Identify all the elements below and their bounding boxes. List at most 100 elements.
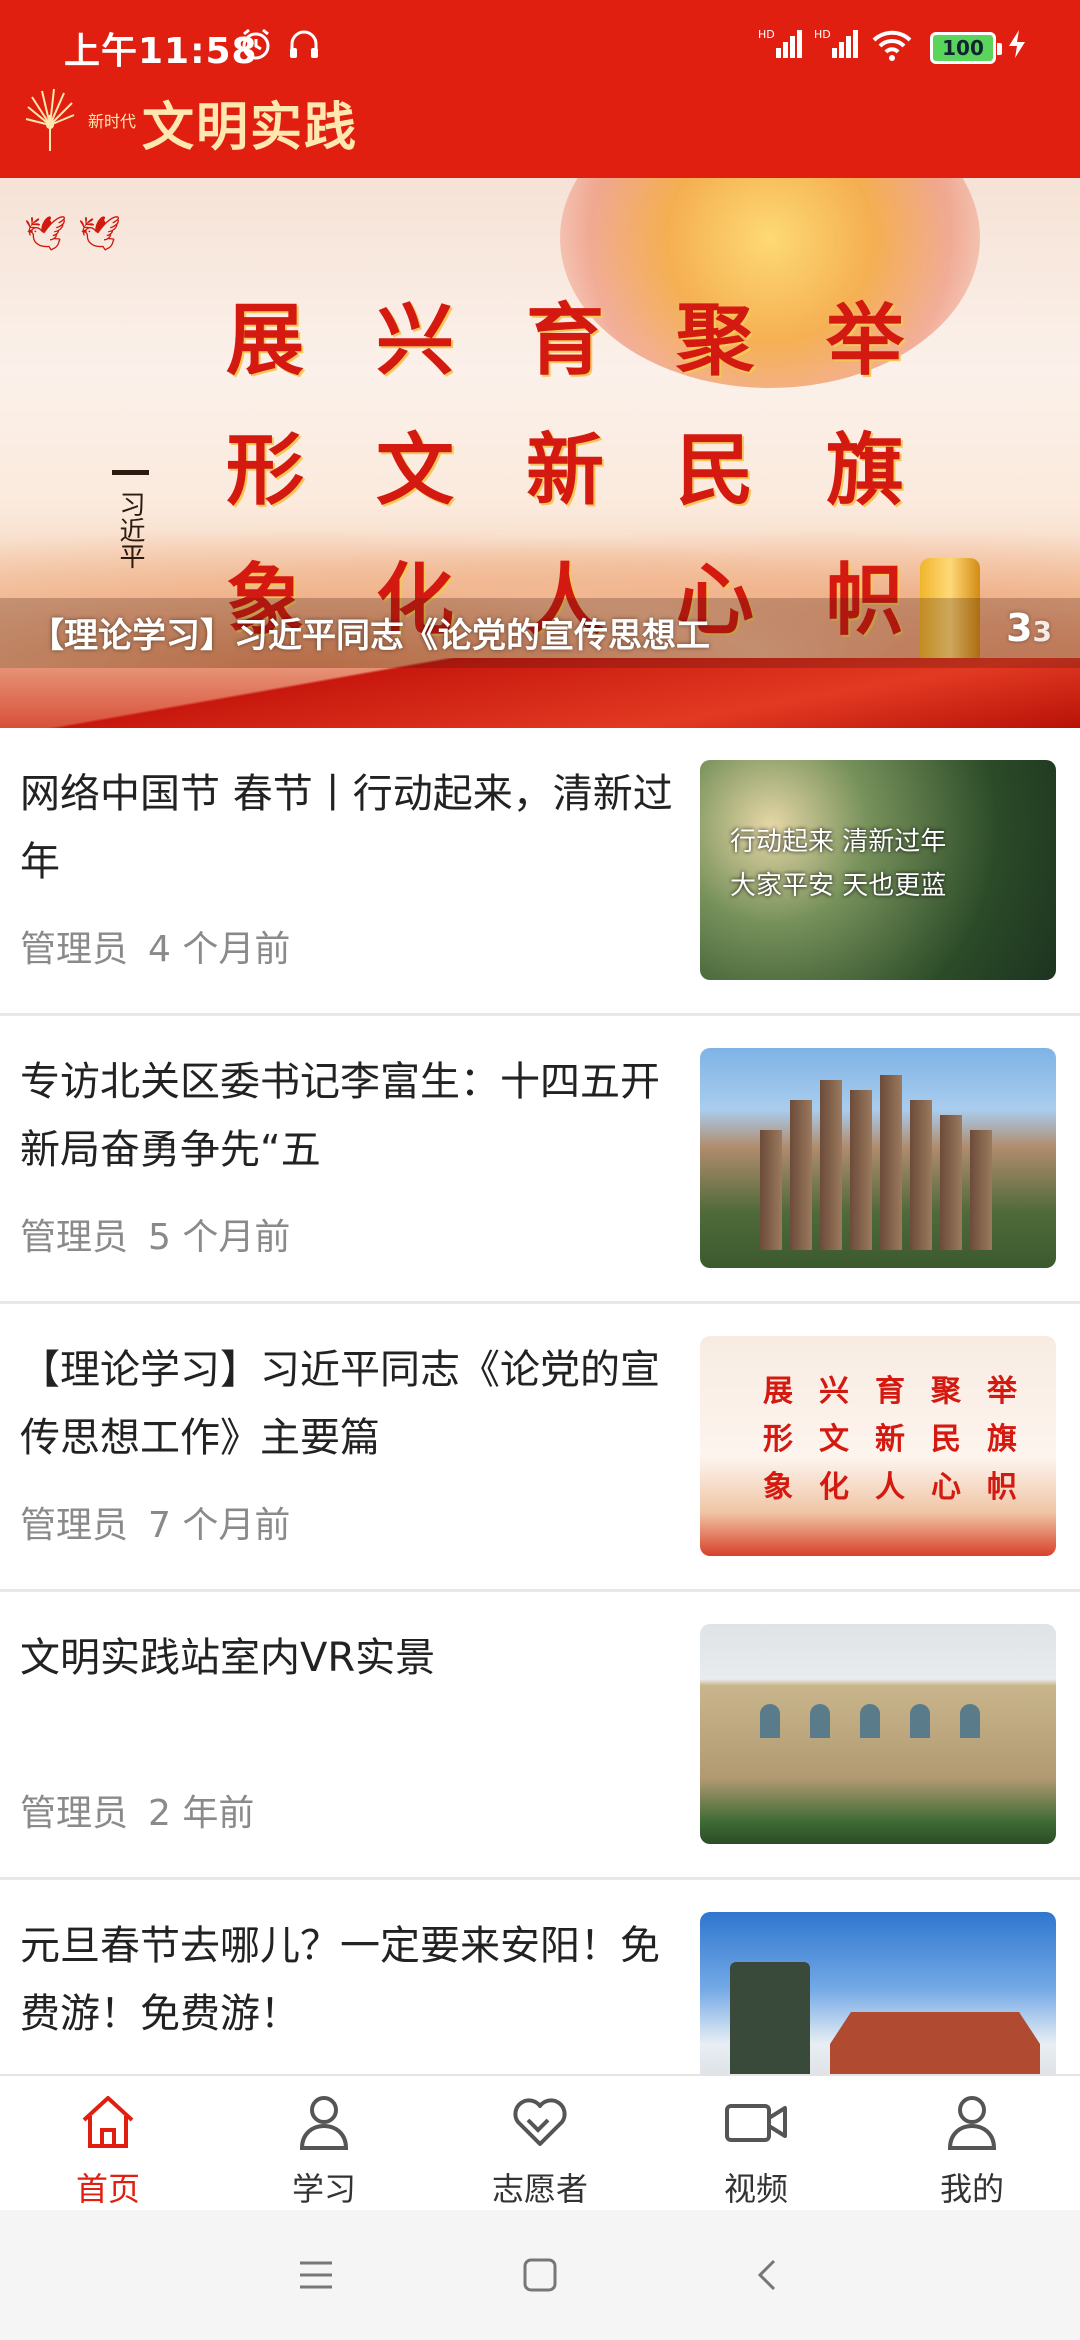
pager-current: 3: [1006, 606, 1033, 650]
slogan-char: 兴: [819, 1374, 849, 1409]
building-shape: [760, 1130, 782, 1250]
news-time: 2 年前: [148, 1793, 255, 1834]
news-time: 7 个月前: [148, 1505, 291, 1546]
video-camera-icon: [725, 2104, 787, 2142]
building-shape: [970, 1130, 992, 1250]
news-meta: 管理员 2 年前: [20, 1784, 254, 1836]
news-title[interactable]: 元旦春节去哪儿？一定要来安阳！免费游！免费游！: [20, 1912, 690, 2048]
slogan-char: 象: [763, 1470, 793, 1505]
news-list[interactable]: 网络中国节 春节丨行动起来，清新过年 管理员 4 个月前 行动起来 清新过年 大家…: [0, 728, 1080, 2074]
thumb-line: 大家平安 天也更蓝: [730, 871, 947, 901]
thumb-line: 行动起来 清新过年: [730, 827, 947, 857]
museum-hall-shape: [830, 2012, 1040, 2074]
news-author: 管理员: [20, 1505, 129, 1546]
slogan-char: 举: [987, 1374, 1017, 1409]
building-shape: [940, 1115, 962, 1250]
status-time: 上午11:58: [64, 31, 258, 72]
news-time: 4 个月前: [148, 929, 291, 970]
news-item[interactable]: 专访北关区委书记李富生：十四五开新局奋勇争先“五 管理员 5 个月前: [0, 1016, 1080, 1304]
slogan-char: 聚: [931, 1374, 961, 1409]
news-item[interactable]: 网络中国节 春节丨行动起来，清新过年 管理员 4 个月前 行动起来 清新过年 大家…: [0, 728, 1080, 1016]
news-time: 5 个月前: [148, 1217, 291, 1258]
tab-video[interactable]: 视频: [648, 2076, 864, 2210]
hd-signal-icon: HD: [758, 26, 804, 66]
svg-text:HD: HD: [758, 28, 775, 41]
window-shape: [910, 1704, 930, 1738]
tab-label: 视频: [723, 2170, 788, 2208]
window-shape: [760, 1704, 780, 1738]
tab-study[interactable]: 学习: [216, 2076, 432, 2210]
slogan-char: 旗: [825, 425, 904, 516]
bronze-ding-shape: [730, 1962, 810, 2074]
slogan-char: 人: [875, 1470, 905, 1505]
news-thumbnail[interactable]: [700, 1048, 1056, 1268]
banner-caption[interactable]: 【理论学习】习近平同志《论党的宣传思想工: [30, 608, 710, 657]
system-nav-bar: [0, 2210, 1080, 2340]
news-thumbnail[interactable]: 行动起来 清新过年 大家平安 天也更蓝: [700, 760, 1056, 980]
building-shape: [910, 1100, 932, 1250]
wifi-icon: [870, 26, 914, 66]
news-title[interactable]: 专访北关区委书记李富生：十四五开新局奋勇争先“五: [20, 1048, 690, 1184]
brand-small-label: 新时代: [88, 112, 137, 131]
slogan-char: 育: [525, 295, 604, 386]
slogan-char: 帜: [987, 1470, 1017, 1505]
news-author: 管理员: [20, 1217, 129, 1258]
slogan-char: 形: [763, 1422, 793, 1457]
building-shape: [850, 1090, 872, 1250]
slogan-char: 聚: [675, 295, 754, 386]
hero-banner[interactable]: 🕊 🕊 展 兴 育 聚 举 形 文 新 民 旗 象 化 人 心 帜 习近平 【理…: [0, 178, 1080, 728]
news-thumbnail[interactable]: 展 兴 育 聚 举 形 文 新 民 旗 象 化 人 心 帜: [700, 1336, 1056, 1556]
news-title[interactable]: 文明实践站室内VR实景: [20, 1624, 690, 1692]
tab-home[interactable]: 首页: [0, 2076, 216, 2210]
slogan-char: 心: [931, 1470, 961, 1505]
news-thumbnail[interactable]: [700, 1624, 1056, 1844]
heart-icon: [513, 2098, 567, 2146]
home-square-icon[interactable]: [522, 2258, 558, 2296]
fan-logo-icon: [22, 85, 78, 159]
news-item[interactable]: 文明实践站室内VR实景 管理员 2 年前: [0, 1592, 1080, 1880]
brand-logo: 新时代 文明实践: [22, 82, 358, 162]
battery-icon: 100: [930, 32, 1002, 64]
tab-profile[interactable]: 我的: [864, 2076, 1080, 2210]
slogan-char: 举: [825, 295, 904, 386]
news-author: 管理员: [20, 929, 129, 970]
slogan-char: 新: [875, 1422, 905, 1457]
news-item[interactable]: 元旦春节去哪儿？一定要来安阳！免费游！免费游！: [0, 1880, 1080, 2074]
slogan-char: 兴: [375, 295, 454, 386]
tab-label: 学习: [291, 2170, 356, 2208]
charging-icon: [1006, 26, 1028, 66]
birds-icon: 🕊 🕊: [24, 214, 122, 254]
news-meta: 管理员 7 个月前: [20, 1496, 290, 1548]
pager-total: 3: [1032, 615, 1052, 648]
news-author: 管理员: [20, 1793, 129, 1834]
window-shape: [810, 1704, 830, 1738]
news-item[interactable]: 【理论学习】习近平同志《论党的宣传思想工作》主要篇 管理员 7 个月前 展 兴 育…: [0, 1304, 1080, 1592]
news-thumbnail[interactable]: [700, 1912, 1056, 2074]
back-icon[interactable]: [752, 2258, 782, 2296]
slogan-char: 化: [819, 1470, 849, 1505]
slogan-char: 文: [819, 1422, 849, 1457]
banner-pager: 33: [1006, 606, 1052, 650]
slogan-char: 展: [763, 1374, 793, 1409]
slogan-char: 新: [525, 425, 604, 516]
slogan-char: 文: [375, 425, 454, 516]
slogan-char: 旗: [987, 1422, 1017, 1457]
news-title[interactable]: 【理论学习】习近平同志《论党的宣传思想工作》主要篇: [20, 1336, 690, 1472]
banner-slogan: 展 兴 育 聚 举 形 文 新 民 旗 象 化 人 心 帜: [190, 278, 940, 650]
svg-text:HD: HD: [814, 28, 831, 41]
person-icon: [299, 2096, 349, 2150]
thumbnail-slogan: 展 兴 育 聚 举 形 文 新 民 旗 象 化 人 心 帜: [750, 1366, 1030, 1506]
tab-label: 志愿者: [491, 2170, 588, 2208]
news-meta: 管理员 4 个月前: [20, 920, 290, 972]
brand-title: 文明实践: [142, 96, 359, 158]
menu-icon[interactable]: [298, 2258, 334, 2296]
tab-volunteer[interactable]: 志愿者: [432, 2076, 648, 2210]
hd-signal-icon: HD: [814, 26, 860, 66]
tab-label: 首页: [75, 2170, 140, 2208]
news-meta: 管理员 5 个月前: [20, 1208, 290, 1260]
red-flag: [0, 658, 1080, 728]
news-title[interactable]: 网络中国节 春节丨行动起来，清新过年: [20, 760, 690, 896]
slogan-char: 育: [875, 1374, 905, 1409]
tab-label: 我的: [939, 2170, 1004, 2208]
alarm-icon: [238, 26, 274, 66]
